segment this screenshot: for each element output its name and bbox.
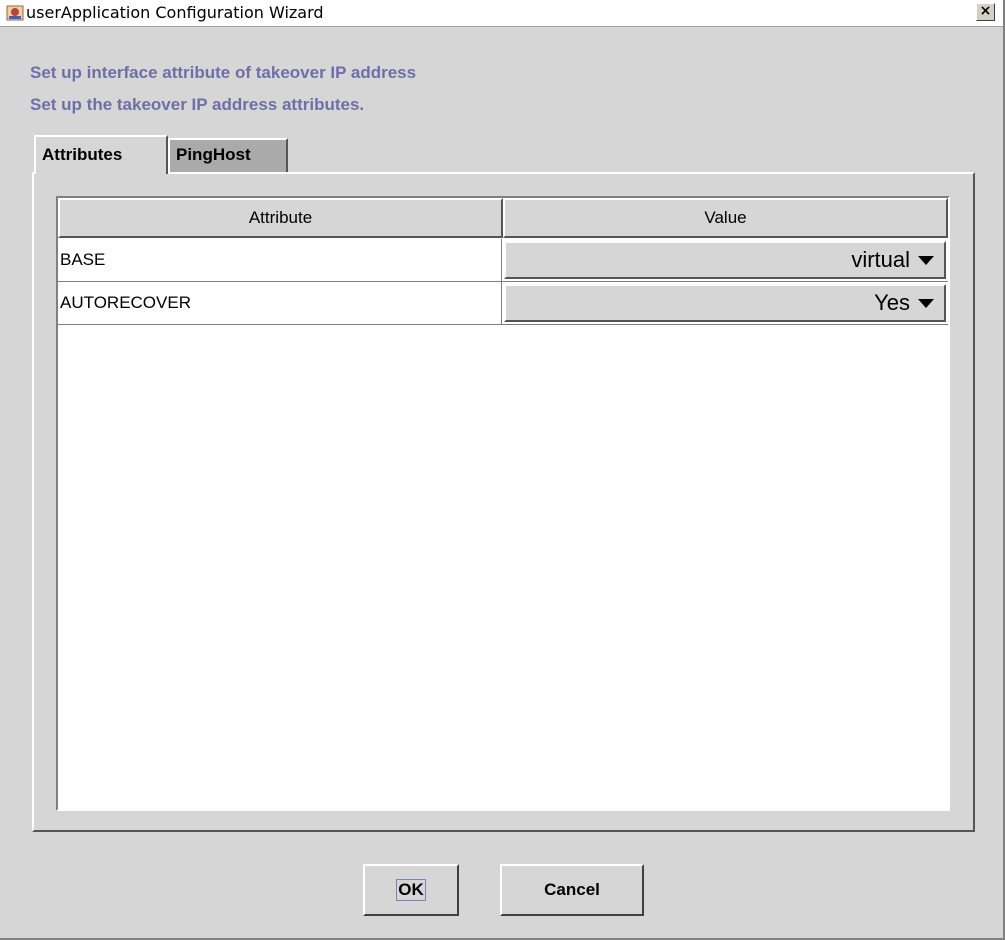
close-button[interactable]: × bbox=[976, 3, 995, 21]
window-title: userApplication Configuration Wizard bbox=[26, 3, 324, 22]
cancel-button[interactable]: Cancel bbox=[500, 864, 644, 916]
dropdown-arrow-icon[interactable] bbox=[918, 298, 934, 308]
ok-button[interactable]: OK bbox=[363, 864, 459, 916]
wizard-subheading: Set up the takeover IP address attribute… bbox=[30, 95, 365, 114]
app-icon bbox=[6, 5, 24, 21]
wizard-heading: Set up interface attribute of takeover I… bbox=[30, 63, 417, 82]
wizard-window: userApplication Configuration Wizard × S… bbox=[0, 0, 1005, 940]
dropdown-arrow-icon[interactable] bbox=[918, 255, 934, 265]
column-header-value[interactable]: Value bbox=[503, 198, 948, 238]
autorecover-value-dropdown[interactable]: Yes bbox=[504, 284, 946, 322]
title-bar: userApplication Configuration Wizard × bbox=[0, 0, 1003, 27]
base-value-dropdown[interactable]: virtual bbox=[504, 241, 946, 279]
attribute-cell[interactable]: BASE bbox=[58, 239, 502, 282]
table-row[interactable]: BASE virtual bbox=[58, 239, 948, 282]
dropdown-selected-value: virtual bbox=[851, 247, 910, 272]
attributes-tab-panel: Attribute Value BASE virtual AUTORECOVER… bbox=[32, 172, 975, 832]
attributes-table: Attribute Value BASE virtual AUTORECOVER… bbox=[56, 196, 950, 811]
dropdown-selected-value: Yes bbox=[874, 290, 910, 315]
tab-attributes[interactable]: Attributes bbox=[34, 135, 168, 174]
value-cell: Yes bbox=[502, 282, 948, 325]
attribute-cell[interactable]: AUTORECOVER bbox=[58, 282, 502, 325]
column-header-attribute[interactable]: Attribute bbox=[58, 198, 503, 238]
tab-pinghost[interactable]: PingHost bbox=[168, 138, 288, 172]
table-row[interactable]: AUTORECOVER Yes bbox=[58, 282, 948, 325]
value-cell: virtual bbox=[502, 239, 948, 282]
table-header: Attribute Value bbox=[58, 198, 948, 238]
ok-button-label: OK bbox=[396, 879, 426, 901]
